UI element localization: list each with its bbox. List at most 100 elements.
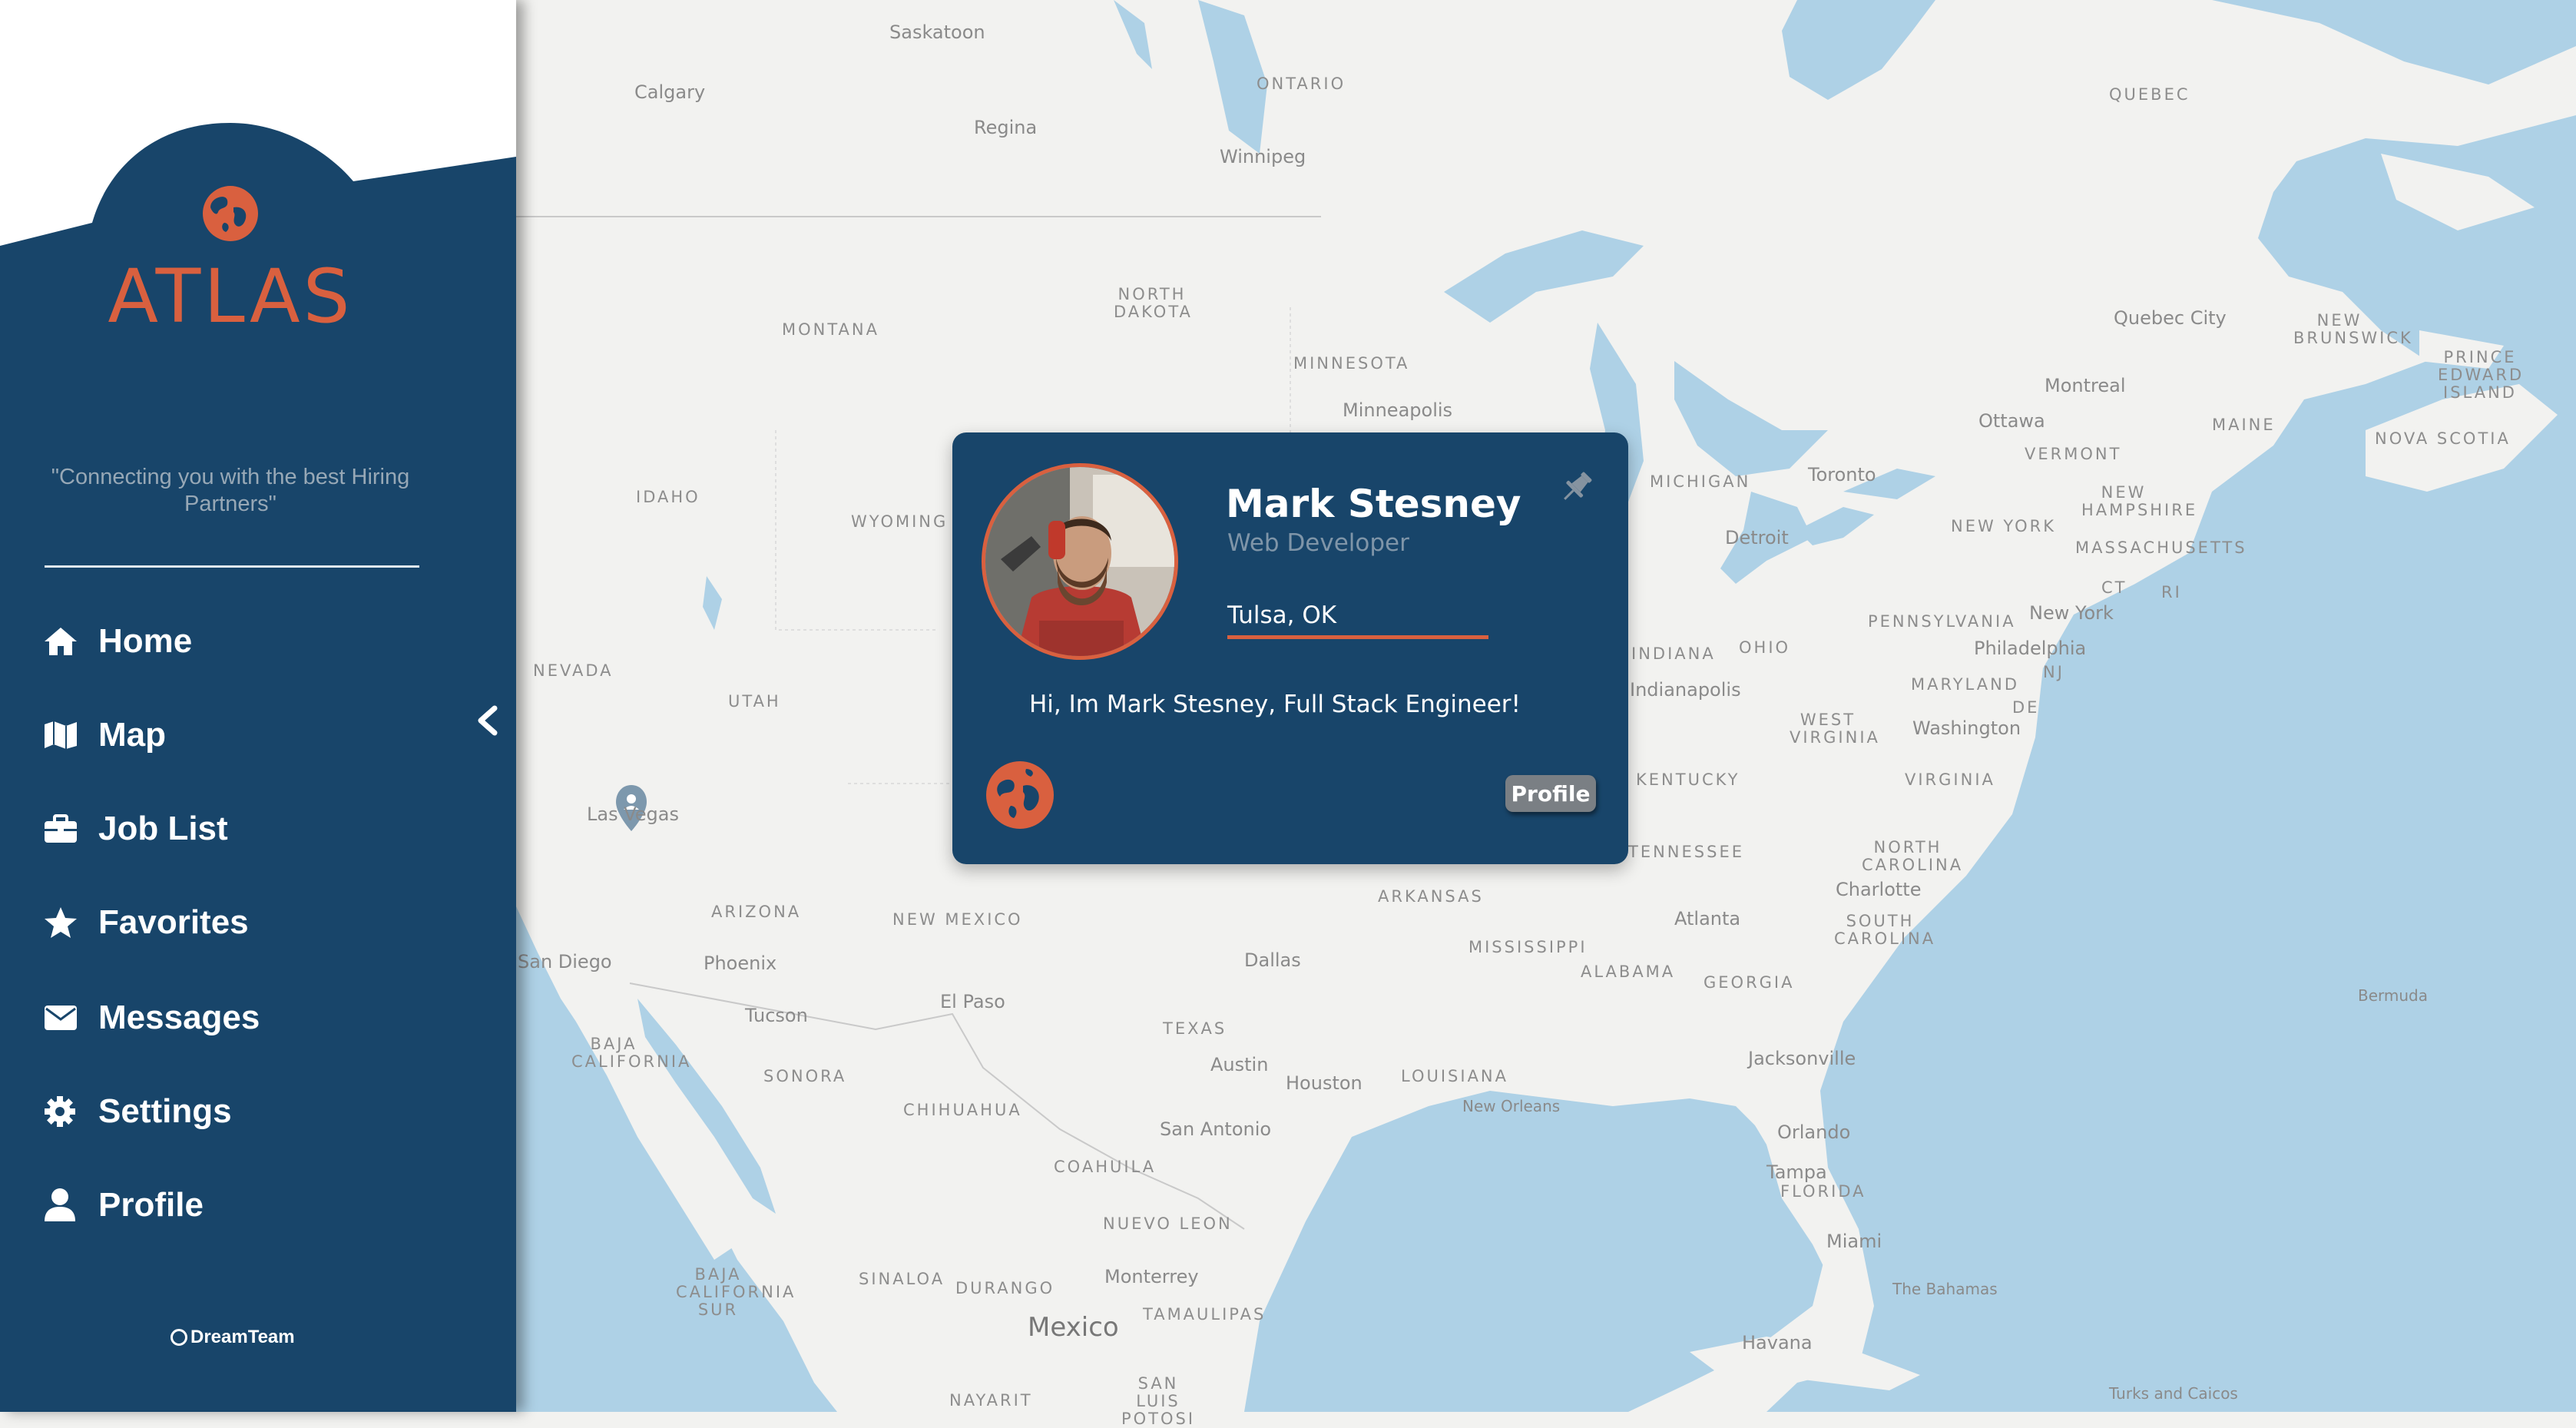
nav-item-label: Map (98, 716, 166, 754)
map-state-label: NEW YORK (1951, 517, 2056, 535)
map-state-label: TEXAS (1163, 1019, 1227, 1038)
map-state-label: TENNESSEE (1628, 843, 1744, 861)
map-icon (43, 718, 81, 752)
map-state-label: SAN LUIS POTOSI (1121, 1374, 1196, 1428)
nav-item-label: Favorites (98, 903, 249, 941)
map-state-label: NEVADA (533, 661, 614, 680)
map-state-label: NEW HAMPSHIRE (2081, 483, 2198, 519)
nav-item-label: Profile (98, 1186, 204, 1224)
globe-icon (985, 760, 1055, 830)
map-city-label: New Orleans (1462, 1097, 1561, 1115)
briefcase-icon (43, 812, 81, 846)
credit-text: DreamTeam (190, 1327, 295, 1347)
map-city-label: Calgary (634, 81, 706, 103)
map-state-label: NEW BRUNSWICK (2293, 311, 2413, 347)
map-state-label: NORTH CAROLINA (1862, 838, 1964, 874)
map-state-label: SOUTH CAROLINA (1834, 912, 1936, 948)
map-state-label: NAYARIT (949, 1391, 1033, 1410)
pin-icon (1564, 472, 1592, 500)
map-state-label: NOVA SCOTIA (2375, 429, 2511, 448)
map-city-label: Indianapolis (1630, 679, 1741, 701)
map-city-label: Phoenix (704, 953, 777, 974)
profile-location: Tulsa, OK (1227, 601, 1488, 639)
map-city-label: New York (2029, 602, 2114, 624)
map-state-label: MICHIGAN (1650, 472, 1751, 491)
profile-card: Mark Stesney Web Developer Tulsa, OK Hi,… (952, 432, 1628, 864)
logo-globe-icon (201, 184, 260, 243)
nav-item-label: Job List (98, 810, 228, 847)
nav-item-job-list[interactable]: Job List (43, 802, 442, 856)
map-city-label: Philadelphia (1974, 638, 2087, 659)
nav-item-messages[interactable]: Messages (43, 991, 442, 1045)
map-state-label: MONTANA (782, 320, 879, 339)
avatar (982, 463, 1178, 660)
map-state-label: TAMAULIPAS (1143, 1305, 1266, 1324)
map-state-label: ALABAMA (1581, 962, 1676, 981)
map-state-label: IDAHO (636, 488, 700, 506)
map-city-label: Bermuda (2358, 986, 2429, 1005)
map-state-label: MINNESOTA (1293, 354, 1410, 373)
copyright-icon (171, 1329, 187, 1346)
map-state-label: DURANGO (955, 1279, 1055, 1297)
map-state-label: MARYLAND (1911, 675, 2019, 694)
map-city-label: Tucson (745, 1005, 808, 1026)
nav-item-profile[interactable]: Profile (43, 1178, 442, 1232)
nav-item-settings[interactable]: Settings (43, 1085, 442, 1138)
nav-item-home[interactable]: Home (43, 615, 442, 668)
map-country-label: Mexico (1028, 1312, 1119, 1343)
map-state-label: MAINE (2212, 416, 2276, 434)
map-state-label: PENNSYLVANIA (1868, 612, 2016, 631)
user-icon (43, 1188, 81, 1222)
profile-role: Web Developer (1227, 529, 1409, 557)
map-city-label: Orlando (1777, 1122, 1851, 1143)
map-state-label: VIRGINIA (1905, 770, 1995, 789)
map-city-label: Detroit (1725, 527, 1789, 548)
map-state-label: QUEBEC (2109, 85, 2190, 104)
map-state-label: DE (2012, 698, 2040, 717)
map-city-label: The Bahamas (1892, 1280, 1998, 1298)
map-state-label: ONTARIO (1257, 75, 1346, 93)
map-state-label: ARKANSAS (1378, 887, 1484, 906)
profile-button[interactable]: Profile (1505, 775, 1596, 812)
collapse-sidebar-button[interactable] (473, 705, 504, 736)
nav-item-label: Settings (98, 1092, 232, 1130)
tagline: "Connecting you with the best Hiring Par… (51, 465, 410, 516)
map-state-label: SINALOA (859, 1270, 945, 1288)
map-state-label: KENTUCKY (1636, 770, 1740, 789)
map-city-label: Miami (1826, 1231, 1882, 1252)
map-city-label: San Antonio (1160, 1118, 1272, 1140)
map-state-label: GEORGIA (1704, 973, 1795, 992)
map-state-label: RI (2161, 583, 2182, 601)
map-city-label: Havana (1742, 1332, 1813, 1353)
pin-button[interactable] (1556, 468, 1596, 508)
nav-item-map[interactable]: Map (43, 708, 442, 762)
map-state-label: WEST VIRGINIA (1790, 711, 1880, 747)
map-state-label: BAJA CALIFORNIA (571, 1035, 692, 1071)
map-city-label: Tampa (1766, 1161, 1827, 1183)
nav-item-favorites[interactable]: Favorites (43, 896, 442, 949)
profile-bio: Hi, Im Mark Stesney, Full Stack Engineer… (1029, 691, 1521, 718)
map-state-label: SONORA (763, 1067, 847, 1085)
map-city-label: Turks and Caicos (2109, 1384, 2238, 1403)
star-icon (43, 906, 81, 939)
map-state-label: MASSACHUSETTS (2075, 538, 2247, 557)
map-state-label: WYOMING (851, 512, 949, 531)
sidebar: ATLAS "Connecting you with the best Hiri… (0, 0, 516, 1412)
map-state-label: NEW MEXICO (892, 910, 1023, 929)
map-marker-label: Las Vegas (587, 803, 679, 825)
envelope-icon (43, 1001, 81, 1035)
map-state-label: NJ (2043, 663, 2064, 681)
gear-icon (43, 1095, 81, 1128)
app-logo-text: ATLAS (108, 253, 353, 340)
map-state-label: CHIHUAHUA (903, 1101, 1022, 1119)
map-city-label: Saskatoon (889, 22, 985, 43)
map-city-label: San Diego (518, 951, 612, 972)
map-state-label: BAJA CALIFORNIA SUR (676, 1265, 796, 1319)
map-state-label: ARIZONA (711, 903, 802, 921)
map-city-label: Minneapolis (1343, 399, 1453, 421)
sidebar-divider (45, 565, 419, 568)
map-city-label: Charlotte (1836, 879, 1922, 900)
nav-item-label: Messages (98, 999, 260, 1036)
nav-item-label: Home (98, 622, 193, 660)
profile-name: Mark Stesney (1226, 482, 1521, 526)
